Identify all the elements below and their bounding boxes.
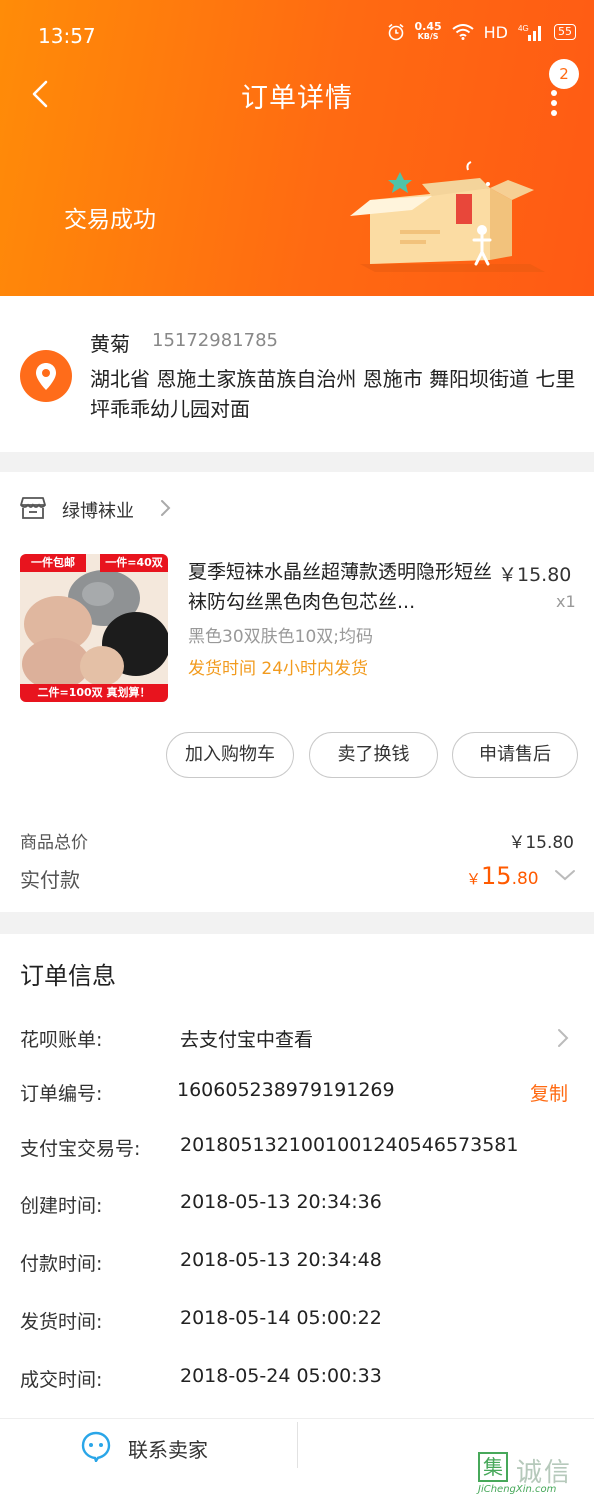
hd-indicator: HD — [483, 22, 508, 42]
resell-button[interactable]: 卖了换钱 — [309, 732, 438, 778]
order-number-row: 订单编号: 160605238979191269 复制 — [0, 1071, 594, 1111]
chat-bubble-icon[interactable] — [80, 1430, 112, 1462]
navigation-bar: 订单详情 — [0, 62, 594, 126]
info-value: 2018-05-13 20:34:36 — [180, 1191, 382, 1213]
created-time-row: 创建时间: 2018-05-13 20:34:36 — [0, 1183, 594, 1223]
after-sales-button[interactable]: 申请售后 — [452, 732, 578, 778]
chevron-down-icon[interactable] — [553, 866, 577, 884]
info-value: 160605238979191269 — [177, 1079, 395, 1101]
recipient-phone: 15172981785 — [152, 330, 278, 351]
package-box-illustration — [350, 161, 545, 272]
address-detail: 湖北省 恩施土家族苗族自治州 恩施市 舞阳坝街道 七里坪乖乖幼儿园对面 — [90, 367, 576, 421]
wifi-icon — [452, 24, 474, 40]
add-to-cart-button[interactable]: 加入购物车 — [166, 732, 294, 778]
completed-time-row: 成交时间: 2018-05-24 05:00:33 — [0, 1357, 594, 1397]
clock: 13:57 — [38, 24, 96, 48]
product-thumbnail[interactable]: 一件包邮 一件=40双 二件=100双 真划算！ — [20, 554, 168, 702]
info-key: 创建时间: — [20, 1195, 103, 1217]
shop-name-link[interactable]: 绿博袜业 — [62, 497, 134, 523]
info-key: 支付宝交易号: — [20, 1138, 141, 1160]
promo-tag: 一件=40双 — [100, 554, 168, 572]
store-icon[interactable] — [20, 496, 46, 520]
chevron-right-icon — [558, 1029, 569, 1047]
watermark-logo-icon: 集 — [478, 1452, 508, 1482]
paid-amount-value: ￥15.80 — [466, 862, 539, 890]
site-watermark: 集 诚信 JiChengXin.com — [470, 1448, 594, 1500]
page-title: 订单详情 — [241, 83, 353, 114]
product-title[interactable]: 夏季短袜水晶丝超薄款透明隐形短丝袜防勾丝黑色肉色包芯丝... — [188, 557, 498, 617]
more-dot-icon — [551, 100, 557, 106]
contact-seller-button[interactable]: 联系卖家 — [128, 1434, 208, 1463]
order-status-text: 交易成功 — [64, 207, 156, 233]
chevron-right-icon[interactable] — [158, 498, 174, 518]
promo-tag: 一件包邮 — [20, 554, 86, 572]
info-key: 订单编号: — [20, 1083, 103, 1105]
watermark-url: JiChengXin.com — [478, 1484, 557, 1495]
alarm-icon — [387, 23, 404, 41]
payment-time-row: 付款时间: 2018-05-13 20:34:48 — [0, 1241, 594, 1281]
goods-total-label: 商品总价 — [20, 833, 88, 853]
paid-amount-label: 实付款 — [20, 868, 80, 892]
info-value: 2018-05-14 05:00:22 — [180, 1307, 382, 1329]
network-speed: 0.45 KB/S — [414, 20, 442, 41]
divider — [297, 1422, 298, 1468]
signal-icon: 4G — [518, 24, 541, 41]
info-key: 付款时间: — [20, 1253, 103, 1275]
battery-icon: 55 — [554, 24, 576, 40]
product-price: ￥15.80 — [498, 564, 572, 586]
info-key: 发货时间: — [20, 1311, 103, 1333]
info-value: 2018051321001001240546573581 — [180, 1134, 519, 1156]
info-value: 去支付宝中查看 — [180, 1029, 314, 1051]
svg-text:4G: 4G — [518, 24, 529, 33]
shipped-time-row: 发货时间: 2018-05-14 05:00:22 — [0, 1299, 594, 1339]
info-key: 成交时间: — [20, 1369, 103, 1391]
huabei-bill-row[interactable]: 花呗账单: 去支付宝中查看 — [0, 1017, 594, 1057]
order-info-heading: 订单信息 — [20, 962, 116, 990]
order-info-card — [0, 934, 594, 1424]
more-dot-icon — [551, 110, 557, 116]
recipient-name: 黄菊 — [90, 332, 130, 356]
info-value: 2018-05-24 05:00:33 — [180, 1365, 382, 1387]
info-value: 2018-05-13 20:34:48 — [180, 1249, 382, 1271]
copy-order-number-button[interactable]: 复制 — [530, 1079, 568, 1106]
info-key: 花呗账单: — [20, 1029, 103, 1051]
product-quantity: x1 — [556, 592, 576, 611]
location-pin-icon — [20, 350, 72, 402]
alipay-trade-no-row: 支付宝交易号: 2018051321001001240546573581 — [0, 1126, 594, 1166]
more-dot-icon — [551, 90, 557, 96]
message-count-badge: 2 — [549, 59, 579, 89]
product-photo-icon — [20, 554, 168, 702]
product-spec: 黑色30双肤色10双;均码 — [188, 627, 373, 647]
shipping-time-note: 发货时间 24小时内发货 — [188, 659, 369, 679]
goods-total-value: ￥15.80 — [508, 833, 574, 853]
promo-tag: 二件=100双 真划算！ — [20, 684, 168, 702]
